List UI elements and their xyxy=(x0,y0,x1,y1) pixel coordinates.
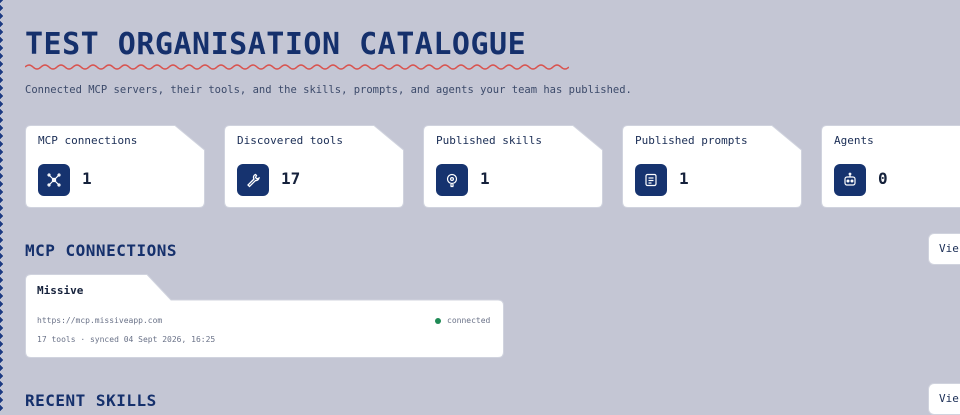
connection-status-label: connected xyxy=(447,316,491,325)
title-squiggle-underline xyxy=(25,64,569,70)
stat-label: Discovered tools xyxy=(237,134,343,147)
stat-label: MCP connections xyxy=(38,134,138,147)
stat-value: 0 xyxy=(878,169,888,188)
network-icon xyxy=(38,164,70,196)
wrench-icon xyxy=(237,164,269,196)
page-title: TEST ORGANISATION CATALOGUE xyxy=(25,27,527,62)
bulb-icon xyxy=(436,164,468,196)
robot-icon xyxy=(834,164,866,196)
section-title-recent-skills: RECENT SKILLS xyxy=(25,391,157,410)
connection-card-missive[interactable]: Missive https://mcp.missiveapp.com conne… xyxy=(25,274,504,358)
connection-status: connected xyxy=(435,316,490,325)
stat-label: Published skills xyxy=(436,134,542,147)
view-all-skills-button[interactable]: Vie xyxy=(928,383,960,415)
stat-value: 17 xyxy=(281,169,301,188)
stat-value: 1 xyxy=(480,169,490,188)
connection-url: https://mcp.missiveapp.com xyxy=(37,316,163,325)
stat-label: Agents xyxy=(834,134,874,147)
page-subtitle: Connected MCP servers, their tools, and … xyxy=(25,84,632,96)
stat-card-mcp-connections[interactable]: MCP connections 1 xyxy=(25,125,205,208)
document-icon xyxy=(635,164,667,196)
stat-value: 1 xyxy=(82,169,92,188)
stat-label: Published prompts xyxy=(635,134,748,147)
status-dot-icon xyxy=(435,317,441,324)
stat-card-published-skills[interactable]: Published skills 1 xyxy=(423,125,603,208)
stat-value: 1 xyxy=(679,169,689,188)
view-all-connections-button[interactable]: Vie xyxy=(928,233,960,265)
connection-name: Missive xyxy=(37,284,84,297)
stat-card-discovered-tools[interactable]: Discovered tools 17 xyxy=(224,125,404,208)
zigzag-border xyxy=(0,0,5,411)
connection-meta: 17 tools · synced 04 Sept 2026, 16:25 xyxy=(37,335,216,344)
stat-card-agents[interactable]: Agents 0 xyxy=(821,125,960,208)
stat-card-published-prompts[interactable]: Published prompts 1 xyxy=(622,125,802,208)
section-title-mcp-connections: MCP CONNECTIONS xyxy=(25,241,177,260)
